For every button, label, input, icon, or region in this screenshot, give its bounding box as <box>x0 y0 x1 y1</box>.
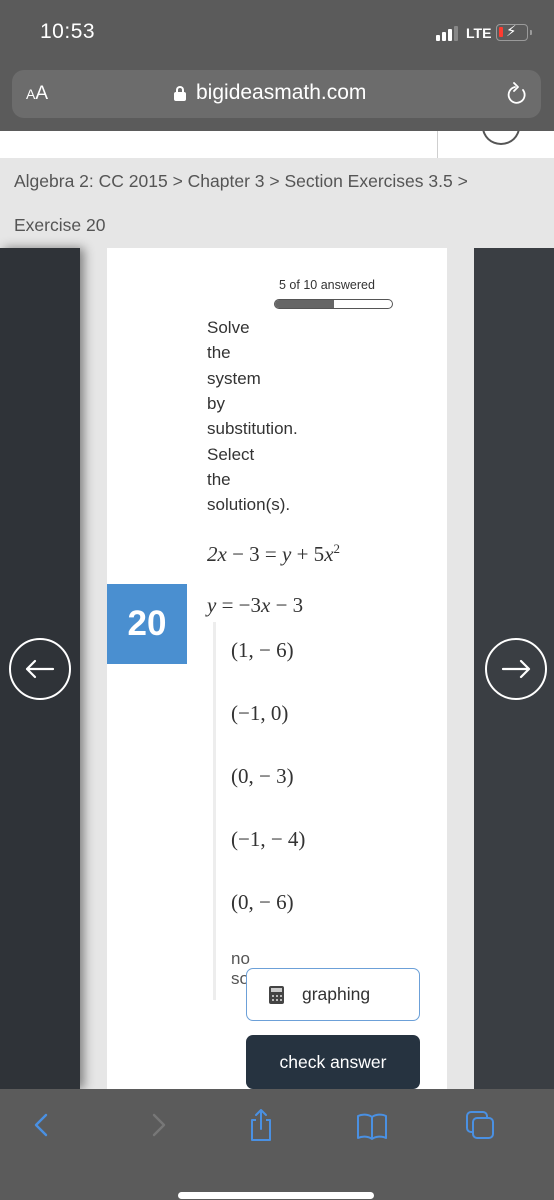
option-4[interactable]: (−1, − 4) <box>213 811 443 874</box>
exercise-card: 5 of 10 answered Solve the system by substit… <box>107 248 447 1089</box>
bookmarks-icon[interactable] <box>355 1107 389 1143</box>
status-time: 10:53 <box>40 20 96 43</box>
share-icon[interactable] <box>244 1107 278 1143</box>
option-label-line1: no <box>231 949 250 968</box>
battery-charging-icon: ⚡ <box>496 23 528 41</box>
arrow-right-icon[interactable] <box>485 638 547 700</box>
option-2[interactable]: (−1, 0) <box>213 685 443 748</box>
answer-options: (1, − 6) (−1, 0) (0, − 3) (−1, − 4) (0, … <box>213 622 443 1000</box>
instruction-word: the <box>207 469 231 489</box>
web-page: Algebra 2: CC 2015 > Chapter 3 > Section… <box>0 131 554 1089</box>
instruction-word: Solve <box>207 318 250 337</box>
header-divider <box>437 131 438 158</box>
progress-label: 5 of 10 answered <box>279 278 375 292</box>
calculator-icon <box>269 986 284 1004</box>
equation-1: 2x − 3 = y + 5x2 <box>207 541 341 566</box>
equation-2: y = −3x − 3 <box>207 593 304 617</box>
option-label: (−1, 0) <box>231 701 289 725</box>
breadcrumb-current: Exercise 20 <box>14 215 106 235</box>
graphing-label: graphing <box>302 984 371 1004</box>
site-header-strip <box>0 131 554 158</box>
text-size-small-label: A <box>26 86 36 102</box>
option-label: (1, − 6) <box>231 638 294 662</box>
back-icon[interactable] <box>26 1107 60 1143</box>
option-label: (−1, − 4) <box>231 827 306 851</box>
check-answer-button[interactable]: check answer <box>246 1035 420 1089</box>
option-label: (0, − 6) <box>231 890 294 914</box>
instruction-word: by <box>207 393 225 413</box>
address-bar[interactable]: AA bigideasmath.com <box>12 70 541 118</box>
profile-circle-icon[interactable] <box>482 131 520 145</box>
instruction-word: the <box>207 343 231 363</box>
url-text[interactable]: bigideasmath.com <box>196 81 366 105</box>
text-size-button[interactable]: AA <box>26 83 48 105</box>
reload-icon[interactable] <box>506 82 528 106</box>
signal-strength-icon <box>436 25 462 41</box>
home-indicator[interactable] <box>178 1192 374 1199</box>
progress-fill <box>275 300 334 308</box>
option-3[interactable]: (0, − 3) <box>213 748 443 811</box>
battery-tip <box>530 30 532 35</box>
instruction-word: system <box>207 368 261 388</box>
progress-bar <box>274 299 393 309</box>
network-type: LTE <box>466 25 492 41</box>
forward-icon[interactable] <box>140 1107 174 1143</box>
option-1[interactable]: (1, − 6) <box>213 622 443 685</box>
text-size-large-label: A <box>35 83 49 104</box>
question-number-badge: 20 <box>107 584 187 664</box>
tabs-icon[interactable] <box>464 1107 498 1143</box>
browser-toolbar <box>0 1089 554 1200</box>
graphing-calculator-button[interactable]: graphing <box>246 968 420 1021</box>
breadcrumb[interactable]: Algebra 2: CC 2015 > Chapter 3 > Section… <box>14 171 468 192</box>
status-bar: 10:53 LTE ⚡ <box>0 0 554 66</box>
instruction-word: Select <box>207 444 255 464</box>
option-label: (0, − 3) <box>231 764 294 788</box>
option-5[interactable]: (0, − 6) <box>213 874 443 937</box>
instruction-word: substitution. <box>207 419 298 439</box>
arrow-left-icon[interactable] <box>9 638 71 700</box>
lock-icon <box>174 86 186 101</box>
instruction-word: solution(s). <box>207 495 291 515</box>
